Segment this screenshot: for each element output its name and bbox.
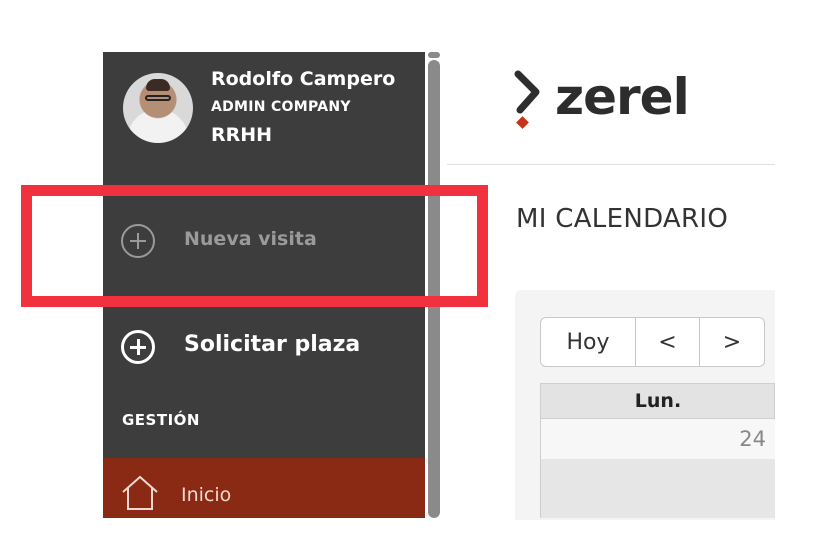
section-title-gestion: GESTIÓN — [122, 411, 200, 429]
user-role: RRHH — [211, 124, 273, 146]
page-title: MI CALENDARIO — [516, 204, 729, 234]
column-divider — [774, 384, 775, 420]
plus-circle-icon — [121, 330, 155, 364]
calendar-day-body[interactable] — [540, 459, 775, 518]
calendar-day-header: Lun. — [540, 383, 775, 420]
logo-text: zerel — [555, 68, 690, 126]
header-divider — [447, 164, 775, 165]
next-button[interactable]: > — [700, 317, 765, 367]
highlight-box — [21, 185, 488, 307]
calendar-nav-buttons: Hoy < > — [540, 317, 765, 367]
solicitar-plaza-label: Solicitar plaza — [184, 332, 361, 357]
avatar-glasses — [145, 95, 171, 101]
scrollbar-arrow[interactable] — [428, 52, 440, 58]
day-header-label: Lun. — [634, 390, 682, 412]
today-button[interactable]: Hoy — [540, 317, 636, 367]
user-company: ADMIN COMPANY — [211, 99, 351, 115]
sidebar-item-inicio[interactable]: Inicio — [103, 458, 425, 518]
zerel-logo-icon — [514, 70, 540, 129]
sidebar-item-label: Inicio — [181, 484, 232, 506]
calendar-day-cell[interactable]: 24 — [540, 419, 775, 459]
solicitar-plaza-button[interactable]: Solicitar plaza — [103, 318, 425, 378]
home-icon — [122, 475, 158, 510]
user-name: Rodolfo Campero — [211, 68, 396, 90]
avatar[interactable] — [123, 73, 193, 143]
day-number: 24 — [739, 427, 766, 451]
avatar-hair — [146, 79, 170, 91]
prev-button[interactable]: < — [636, 317, 700, 367]
